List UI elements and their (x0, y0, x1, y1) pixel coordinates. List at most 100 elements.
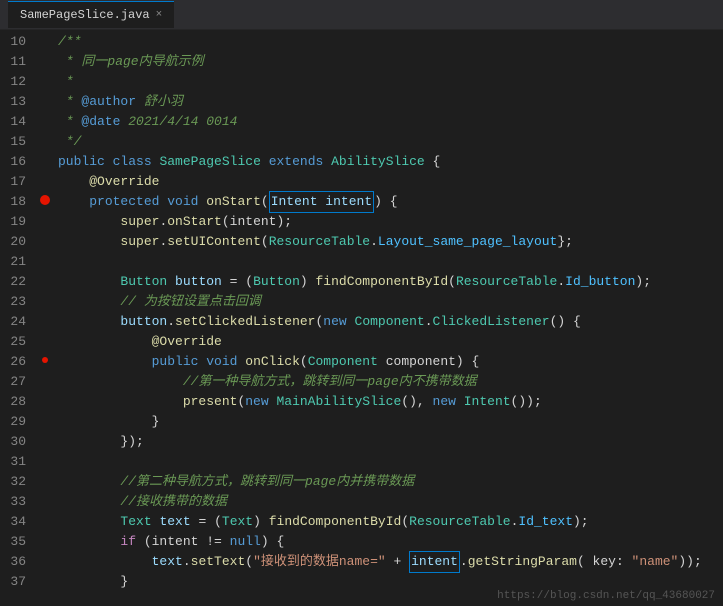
code-area[interactable]: /** * 同一page内导航示例 * * @author 舒小羽 * @dat… (52, 30, 723, 606)
watermark: https://blog.csdn.net/qq_43680027 (497, 590, 715, 602)
gutter-row (38, 210, 52, 230)
code-token: )); (678, 552, 701, 572)
code-line: super.onStart(intent); (56, 212, 723, 232)
line-number: 13 (8, 92, 30, 112)
code-token: ( key: (577, 552, 632, 572)
code-token (58, 272, 120, 292)
gutter-row (38, 330, 52, 350)
code-token (323, 152, 331, 172)
code-token (347, 312, 355, 332)
code-line: public class SamePageSlice extends Abili… (56, 152, 723, 172)
code-token: Id_button (565, 272, 635, 292)
code-token: ) { (261, 532, 284, 552)
line-number: 35 (8, 532, 30, 552)
code-token: Id_text (518, 512, 573, 532)
code-line: text.setText("接收到的数据name=" + intent.getS… (56, 552, 723, 572)
code-token: Text (222, 512, 253, 532)
code-token (152, 512, 160, 532)
code-token (237, 352, 245, 372)
code-line: super.setUIContent(ResourceTable.Layout_… (56, 232, 723, 252)
code-token: + (386, 552, 409, 572)
line-number: 22 (8, 272, 30, 292)
code-line: * (56, 72, 723, 92)
gutter-row (38, 150, 52, 170)
code-line: @Override (56, 172, 723, 192)
code-token: ( (448, 272, 456, 292)
gutter-row (38, 550, 52, 570)
code-token: Component (355, 312, 425, 332)
gutter-row (38, 370, 52, 390)
gutter-row (38, 250, 52, 270)
code-token: ) { (374, 192, 397, 212)
code-token: button (120, 312, 167, 332)
code-token (58, 352, 152, 372)
code-token: null (230, 532, 261, 552)
line-number: 25 (8, 332, 30, 352)
code-line: //第二种导航方式，跳转到同一page内并携带数据 (56, 472, 723, 492)
code-line: * @date 2021/4/14 0014 (56, 112, 723, 132)
code-token: ( (300, 352, 308, 372)
line-numbers-col: 1011121314151617181920212223242526272829… (0, 30, 38, 606)
line-number: 26 (8, 352, 30, 372)
code-line: // 为按钮设置点击回调 (56, 292, 723, 312)
title-bar: SamePageSlice.java × (0, 0, 723, 30)
gutter-row (38, 510, 52, 530)
editor-container: 1011121314151617181920212223242526272829… (0, 30, 723, 606)
code-token: 2021/4/14 0014 (120, 112, 237, 132)
code-token: } (58, 572, 128, 592)
code-token (456, 392, 464, 412)
code-line: */ (56, 132, 723, 152)
code-token: ClickedListener (433, 312, 550, 332)
gutter-row (38, 350, 52, 370)
gutter-row (38, 170, 52, 190)
code-token: extends (269, 152, 324, 172)
code-token: } (58, 412, 159, 432)
gutter-row (38, 230, 52, 250)
code-token: void (167, 192, 198, 212)
code-line: public void onClick(Component component)… (56, 352, 723, 372)
tab-close-icon[interactable]: × (156, 9, 163, 21)
code-token (58, 232, 120, 252)
code-token: ( (401, 512, 409, 532)
line-number: 15 (8, 132, 30, 152)
code-token: class (113, 152, 152, 172)
code-token: . (460, 552, 468, 572)
code-token: () { (550, 312, 581, 332)
code-token (269, 392, 277, 412)
line-number: 32 (8, 472, 30, 492)
gutter-col (38, 30, 52, 606)
code-token (198, 192, 206, 212)
code-token: @Override (152, 332, 222, 352)
gutter-row (38, 570, 52, 590)
code-token: super (120, 212, 159, 232)
gutter-row (38, 270, 52, 290)
code-token: Intent (464, 392, 511, 412)
code-token: //第一种导航方式，跳转到同一page内不携带数据 (58, 372, 477, 392)
code-line: }); (56, 432, 723, 452)
code-line: //接收携带的数据 (56, 492, 723, 512)
code-token: . (183, 552, 191, 572)
code-token: component) { (378, 352, 479, 372)
code-token: super (120, 232, 159, 252)
code-token: public (58, 152, 105, 172)
code-token: * (58, 72, 74, 92)
code-token: ( (237, 392, 245, 412)
code-token: text (152, 552, 183, 572)
code-token: void (206, 352, 237, 372)
code-token: setUIContent (167, 232, 261, 252)
code-token: (intent != (136, 532, 230, 552)
code-token: if (120, 532, 136, 552)
code-line: button.setClickedListener(new Component.… (56, 312, 723, 332)
code-line (56, 252, 723, 272)
code-token: // 为按钮设置点击回调 (58, 292, 261, 312)
file-tab[interactable]: SamePageSlice.java × (8, 1, 174, 28)
code-token (105, 152, 113, 172)
breakpoint-icon (40, 195, 50, 205)
tab-filename: SamePageSlice.java (20, 8, 150, 22)
code-token: ( (245, 552, 253, 572)
code-token: Button (120, 272, 167, 292)
code-token: onStart (206, 192, 261, 212)
line-number: 10 (8, 32, 30, 52)
code-token: }); (58, 432, 144, 452)
code-token: onClick (245, 352, 300, 372)
